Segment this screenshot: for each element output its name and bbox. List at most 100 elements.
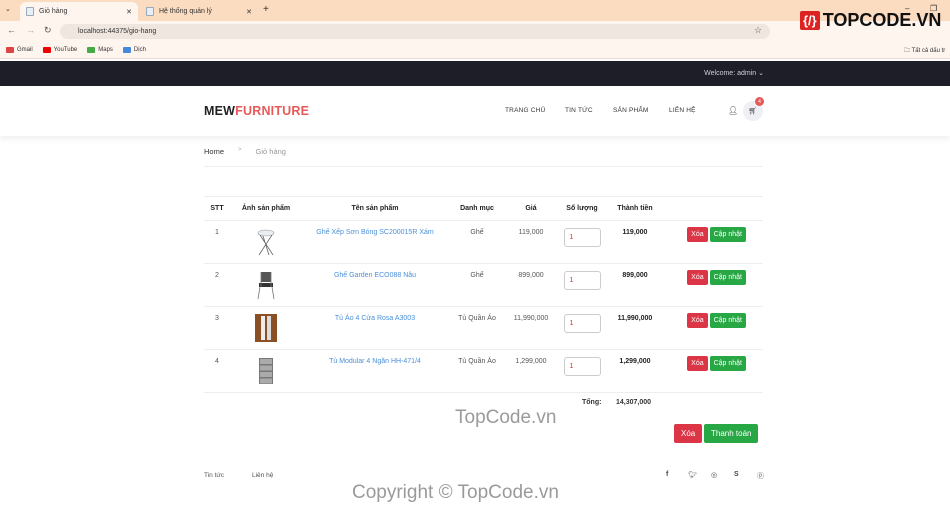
- clear-cart-button[interactable]: Xóa: [674, 424, 703, 443]
- product-image: [230, 349, 302, 393]
- product-name-cell: Tủ Modular 4 Ngăn HH-471/4: [302, 349, 448, 393]
- nav-products[interactable]: SẢN PHẨM: [613, 107, 649, 114]
- col-price: Giá: [506, 196, 556, 221]
- watermark-copyright: Copyright © TopCode.vn: [352, 482, 559, 503]
- checkout-button[interactable]: Thanh toán: [704, 424, 759, 443]
- divider: [204, 166, 763, 167]
- skype-icon[interactable]: S: [734, 471, 739, 478]
- url-input[interactable]: localhost:44375/gio-hang: [60, 24, 770, 39]
- table-row: 1 Ghế Xếp Sơn Bóng SC200015R Xám Ghế 119…: [204, 220, 763, 264]
- col-qty: Số lượng: [556, 196, 608, 221]
- line-total: 899,000: [608, 263, 662, 307]
- update-button[interactable]: Cập nhật: [709, 227, 746, 242]
- bookmark-gmail[interactable]: Gmail: [6, 47, 33, 53]
- all-bookmarks[interactable]: 🗀 Tất cả dấu tr: [904, 46, 945, 56]
- table-row: 3 Tủ Áo 4 Cửa Rosa A3003 Tủ Quần Áo 11,9…: [204, 306, 763, 350]
- qty-cell: [556, 220, 608, 264]
- col-total: Thành tiền: [608, 196, 662, 221]
- col-image: Ảnh sản phẩm: [230, 196, 302, 221]
- twitter-icon[interactable]: 🐦︎: [688, 471, 697, 479]
- product-category: Ghế: [448, 263, 506, 307]
- top-bar: [0, 61, 950, 86]
- update-button[interactable]: Cập nhật: [709, 270, 746, 285]
- qty-cell: [556, 349, 608, 393]
- product-image: [230, 220, 302, 264]
- bookmark-label: YouTube: [53, 47, 78, 53]
- row-stt: 2: [204, 263, 230, 307]
- youtube-icon: [42, 47, 51, 53]
- close-icon[interactable]: ✕: [246, 8, 252, 16]
- col-stt: STT: [204, 196, 230, 221]
- site-logo[interactable]: MEWFURNITURE: [204, 104, 309, 118]
- actions-cell: Xóa Cập nhật: [662, 349, 763, 393]
- row-stt: 3: [204, 306, 230, 350]
- product-name-link[interactable]: Ghế Xếp Sơn Bóng SC200015R Xám: [316, 229, 433, 236]
- qty-cell: [556, 306, 608, 350]
- bookmark-translate[interactable]: Dịch: [122, 47, 146, 53]
- quantity-input[interactable]: [563, 314, 601, 333]
- tab-admin[interactable]: Hệ thống quản lý ✕: [140, 2, 258, 21]
- bookmark-star-icon[interactable]: ☆: [754, 25, 762, 36]
- translate-icon: [122, 47, 131, 53]
- quantity-input[interactable]: [563, 228, 601, 247]
- gmail-icon: [6, 47, 14, 53]
- product-category: Tủ Quần Áo: [448, 349, 506, 393]
- nav-news[interactable]: TIN TỨC: [565, 107, 593, 114]
- back-icon[interactable]: ←: [7, 25, 16, 35]
- logo-part-1: MEW: [204, 104, 236, 118]
- col-category: Danh mục: [448, 196, 506, 221]
- forward-icon[interactable]: →: [26, 25, 35, 35]
- facebook-icon[interactable]: f: [666, 471, 668, 478]
- cart-icon: 🛒︎: [748, 108, 758, 115]
- user-menu[interactable]: Welcome: admin ⌄: [704, 69, 764, 77]
- update-button[interactable]: Cập nhật: [709, 356, 746, 371]
- product-image: [230, 263, 302, 307]
- topcode-watermark-logo: {/} TOPCODE.VN: [800, 10, 941, 31]
- actions-cell: Xóa Cập nhật: [662, 263, 763, 307]
- actions-cell: Xóa Cập nhật: [662, 220, 763, 264]
- tab-list-icon[interactable]: ⌄: [5, 5, 11, 13]
- product-name-link[interactable]: Ghế Garden ECO088 Nâu: [334, 272, 416, 279]
- update-button[interactable]: Cập nhật: [709, 313, 746, 328]
- page-icon: [146, 7, 154, 16]
- total-label: Tổng:: [582, 399, 602, 406]
- col-name: Tên sản phẩm: [302, 196, 448, 221]
- user-icon[interactable]: 👤︎: [728, 106, 738, 115]
- welcome-text: Welcome: admin: [704, 70, 757, 77]
- quantity-input[interactable]: [563, 271, 601, 290]
- product-name-link[interactable]: Tủ Modular 4 Ngăn HH-471/4: [329, 358, 421, 365]
- pinterest-icon[interactable]: ⓟ: [757, 471, 764, 481]
- instagram-icon[interactable]: ◎: [711, 471, 717, 479]
- watermark-text: TopCode.vn: [455, 407, 557, 428]
- delete-button[interactable]: Xóa: [687, 270, 708, 285]
- table-row: 4 Tủ Modular 4 Ngăn HH-471/4 Tủ Quần Áo …: [204, 349, 763, 393]
- product-name-cell: Ghế Xếp Sơn Bóng SC200015R Xám: [302, 220, 448, 264]
- delete-button[interactable]: Xóa: [687, 227, 708, 242]
- breadcrumb-home[interactable]: Home: [204, 147, 224, 156]
- product-name-link[interactable]: Tủ Áo 4 Cửa Rosa A3003: [335, 315, 415, 322]
- tab-label: Giỏ hàng: [39, 8, 68, 15]
- delete-button[interactable]: Xóa: [687, 356, 708, 371]
- table-row: 2 Ghế Garden ECO088 Nâu Ghế 899,000 899,…: [204, 263, 763, 307]
- breadcrumb: Home > Giỏ hàng: [204, 147, 286, 156]
- url-text: localhost:44375/gio-hang: [78, 28, 157, 35]
- footer-link-contact[interactable]: Liên hệ: [252, 472, 273, 479]
- bookmark-label: Gmail: [17, 47, 33, 53]
- new-tab-icon[interactable]: +: [263, 4, 269, 15]
- chevron-down-icon: ⌄: [758, 70, 764, 77]
- delete-button[interactable]: Xóa: [687, 313, 708, 328]
- actions-cell: Xóa Cập nhật: [662, 306, 763, 350]
- cart-table: STT Ảnh sản phẩm Tên sản phẩm Danh mục G…: [204, 196, 763, 393]
- bookmark-youtube[interactable]: YouTube: [42, 47, 78, 53]
- nav-contact[interactable]: LIÊN HỆ: [669, 107, 696, 114]
- footer-link-news[interactable]: Tin tức: [204, 472, 224, 479]
- bookmark-maps[interactable]: Maps: [87, 47, 113, 53]
- reload-icon[interactable]: ↻: [44, 25, 52, 36]
- nav-home[interactable]: TRANG CHỦ: [505, 107, 545, 114]
- quantity-input[interactable]: [563, 357, 601, 376]
- close-icon[interactable]: ✕: [126, 8, 132, 16]
- product-price: 899,000: [506, 263, 556, 307]
- breadcrumb-current: Giỏ hàng: [255, 147, 286, 156]
- row-stt: 1: [204, 220, 230, 264]
- tab-cart[interactable]: Giỏ hàng ✕: [20, 2, 138, 21]
